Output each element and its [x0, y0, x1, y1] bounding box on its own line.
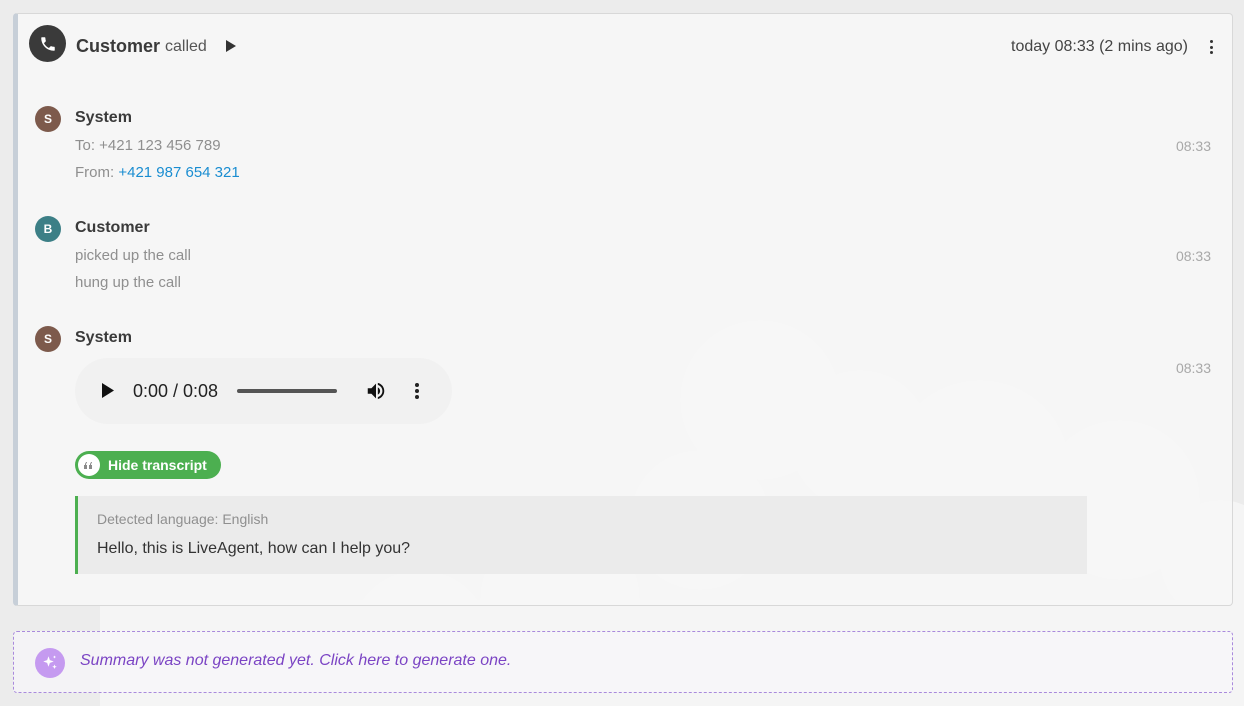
sparkle-icon: [35, 648, 65, 678]
more-vertical-icon[interactable]: [1206, 38, 1216, 56]
audio-play-icon[interactable]: [101, 382, 115, 404]
call-action-label: called: [165, 38, 207, 55]
from-line: From: +421 987 654 321: [75, 164, 240, 181]
message-time: 08:33: [1175, 360, 1211, 376]
audio-seek-bar[interactable]: [237, 389, 337, 393]
more-vertical-icon[interactable]: [414, 382, 420, 400]
transcript-text: Hello, this is LiveAgent, how can I help…: [97, 540, 411, 557]
avatar: S: [35, 106, 61, 132]
summary-text: Summary was not generated yet. Click her…: [80, 652, 512, 669]
volume-icon[interactable]: [365, 380, 387, 407]
audio-time: 0:00 / 0:08: [133, 381, 219, 401]
play-icon[interactable]: [223, 38, 239, 54]
transcript-box: Detected language: English Hello, this i…: [75, 496, 1087, 574]
avatar-letter: S: [43, 332, 52, 346]
hide-transcript-button[interactable]: Hide transcript: [75, 451, 221, 479]
call-event-picked-up: picked up the call: [75, 247, 191, 264]
generate-summary-button[interactable]: Summary was not generated yet. Click her…: [13, 631, 1233, 693]
from-label: From:: [75, 164, 119, 181]
avatar: B: [35, 216, 61, 242]
quote-icon: [78, 454, 100, 476]
call-event-hung-up: hung up the call: [75, 274, 181, 291]
message-time: 08:33: [1175, 248, 1211, 264]
message-time: 08:33: [1175, 138, 1211, 154]
message-sender: System: [75, 109, 132, 126]
hide-transcript-label: Hide transcript: [108, 457, 207, 473]
detected-language: Detected language: English: [97, 511, 269, 527]
call-header: Customer called today 08:33 (2 mins ago): [18, 14, 1232, 80]
caller-name: Customer: [76, 36, 161, 56]
message-sender: Customer: [75, 219, 150, 236]
avatar-letter: B: [43, 222, 53, 236]
to-number: To: +421 123 456 789: [75, 137, 221, 154]
call-card: Customer called today 08:33 (2 mins ago)…: [13, 13, 1233, 606]
call-timestamp: today 08:33 (2 mins ago): [1011, 38, 1188, 55]
audio-player: 0:00 / 0:08: [75, 358, 452, 424]
avatar: S: [35, 326, 61, 352]
avatar-letter: S: [43, 112, 52, 126]
message-sender: System: [75, 329, 132, 346]
from-number-link[interactable]: +421 987 654 321: [118, 164, 239, 181]
phone-icon: [29, 25, 66, 62]
